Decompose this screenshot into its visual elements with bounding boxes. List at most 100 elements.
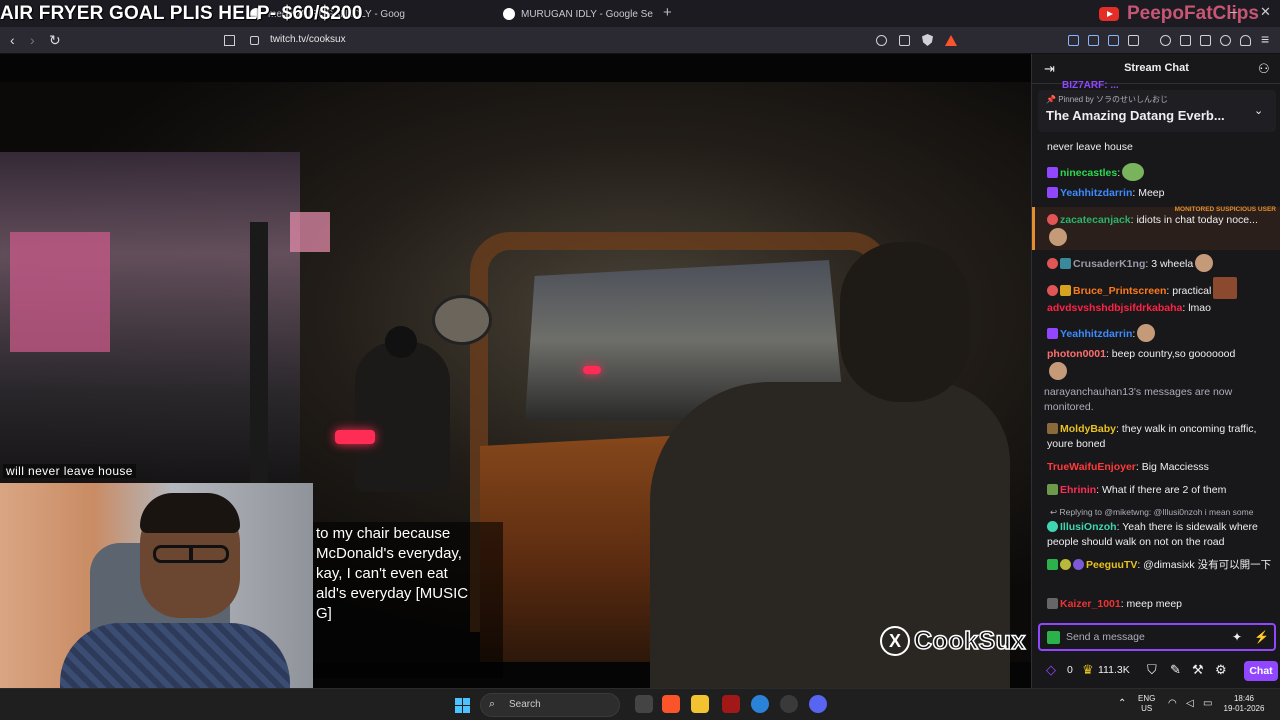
chat-message[interactable]: Yeahhitzdarrin: Meep <box>1032 186 1280 201</box>
close-icon[interactable]: ✕ <box>1260 4 1271 20</box>
shield-icon[interactable]: ⛉ <box>1147 662 1157 678</box>
reload-button[interactable]: ↻ <box>49 32 61 49</box>
chat-username[interactable]: photon0001 <box>1047 348 1106 360</box>
tray-chevron-icon[interactable]: ⌃ <box>1118 698 1126 709</box>
taskbar-search-label: Search <box>509 699 541 710</box>
extension-icon[interactable] <box>1068 35 1079 46</box>
chat-username[interactable]: Yeahhitzdarrin <box>1060 187 1132 199</box>
extension-icon[interactable] <box>1108 35 1119 46</box>
founder-badge-icon <box>1047 423 1058 434</box>
leo-ai-icon[interactable] <box>1220 35 1231 46</box>
chat-message[interactable]: Bruce_Printscreen: practical <box>1032 277 1280 299</box>
zoom-icon[interactable] <box>876 35 887 46</box>
chat-username[interactable]: Yeahhitzdarrin <box>1060 328 1132 340</box>
menu-icon[interactable]: ≡ <box>1261 31 1269 47</box>
discord-icon[interactable] <box>809 695 827 713</box>
file-explorer-icon[interactable] <box>691 695 709 713</box>
chat-username[interactable]: TrueWaifuEnjoyer <box>1047 461 1136 473</box>
chat-username[interactable]: Bruce_Printscreen <box>1073 285 1166 297</box>
chat-message[interactable]: MoldyBaby: they walk in oncoming traffic… <box>1032 422 1280 452</box>
wifi-icon[interactable]: ◠ <box>1168 698 1177 709</box>
chat-username[interactable]: MoldyBaby <box>1060 423 1116 435</box>
browser-tab-bar: medu MURUGAN IDLY - Goog MURUGAN IDLY - … <box>0 0 1280 27</box>
chat-message[interactable]: TrueWaifuEnjoyer: Big Macciesss <box>1032 460 1280 475</box>
back-button[interactable]: ‹ <box>10 32 15 48</box>
send-chat-button[interactable]: Chat <box>1244 661 1278 681</box>
rider-helmet <box>385 326 417 358</box>
suspicious-user-label: MONITORED SUSPICIOUS USER <box>1174 206 1276 213</box>
extension-icon[interactable] <box>1088 35 1099 46</box>
clock[interactable]: 18:46 19-01-2026 <box>1218 694 1270 714</box>
face-emote-icon <box>1137 324 1156 342</box>
chat-message[interactable]: IllusiOnzoh: Yeah there is sidewalk wher… <box>1032 520 1280 550</box>
gear-icon[interactable]: ⚙ <box>1215 662 1227 678</box>
channel-points-icon[interactable]: ♛ <box>1082 662 1094 678</box>
battery-icon[interactable]: ▭ <box>1203 698 1212 709</box>
windows-start-icon[interactable] <box>455 698 470 713</box>
message-text: : lmao <box>1182 302 1211 314</box>
chat-username[interactable]: Ehrinin <box>1060 484 1096 496</box>
sidebar-icon[interactable] <box>1180 35 1191 46</box>
brave-shields-icon[interactable] <box>922 34 933 46</box>
task-view-icon[interactable] <box>635 695 653 713</box>
chat-message-input[interactable] <box>1066 629 1226 645</box>
chat-username[interactable]: advdsvshshdbjsifdrkabaha <box>1047 302 1182 314</box>
video-player[interactable]: will never leave house to my chair becau… <box>0 54 1031 688</box>
photo-emote-icon <box>1213 277 1238 299</box>
chat-username[interactable]: ninecastles <box>1060 167 1117 179</box>
chat-username[interactable]: zacatecanjack <box>1060 214 1131 226</box>
taskbar-search[interactable]: ⌕ Search <box>480 693 620 717</box>
chat-username[interactable]: Kaizer_1001 <box>1060 598 1121 610</box>
chat-message[interactable]: PeeguuTV: @dimasixk 没有可以開一下 <box>1032 558 1280 573</box>
chat-username[interactable]: CrusaderK1ng <box>1073 258 1145 270</box>
chat-message[interactable]: CrusaderK1ng: 3 wheela <box>1032 254 1280 272</box>
site-info-icon[interactable] <box>250 36 259 45</box>
minimize-icon[interactable]: – <box>1230 4 1237 19</box>
reply-context[interactable]: ↩ Replying to @miketwng: @Illusi0nzoh i … <box>1050 507 1278 518</box>
volume-icon[interactable]: ◁ <box>1186 698 1194 709</box>
chat-message[interactable]: advdsvshshdbjsifdrkabaha: lmao <box>1032 301 1280 316</box>
chat-message[interactable]: photon0001: beep country,so gooooood <box>1032 347 1280 380</box>
chat-message[interactable]: Yeahhitzdarrin: <box>1032 324 1280 342</box>
brave-rewards-icon[interactable] <box>945 35 957 46</box>
share-icon[interactable] <box>899 35 910 46</box>
pen-icon[interactable]: ✎ <box>1170 662 1181 678</box>
url-field[interactable]: twitch.tv/cooksux <box>270 34 346 45</box>
chat-username[interactable]: PeeguuTV <box>1086 559 1137 571</box>
chat-message[interactable]: zacatecanjack: idiots in chat today noce… <box>1032 213 1280 246</box>
bits-icon[interactable]: ⚡ <box>1254 630 1269 644</box>
address-bar: ‹ › ↻ twitch.tv/cooksux ≡ <box>0 27 1280 54</box>
forward-button[interactable]: › <box>30 32 35 48</box>
emote-picker-icon[interactable]: ✦ <box>1232 630 1242 644</box>
chat-message[interactable]: ninecastles: <box>1032 163 1280 181</box>
app-icon[interactable] <box>722 695 740 713</box>
channel-points-count[interactable]: 111.3K <box>1098 664 1130 676</box>
bookmark-icon[interactable] <box>224 35 235 46</box>
app-icon[interactable] <box>780 695 798 713</box>
badge-selector-icon[interactable] <box>1047 631 1060 644</box>
message-text: never leave house <box>1047 141 1133 153</box>
chat-message[interactable]: Ehrinin: What if there are 2 of them <box>1032 483 1280 498</box>
mod-tools-icon[interactable]: ⚒ <box>1192 662 1204 678</box>
brave-browser-icon[interactable] <box>662 695 680 713</box>
chat-message[interactable]: never leave house <box>1032 140 1280 155</box>
language-indicator[interactable]: ENG US <box>1138 694 1155 714</box>
chat-input-box[interactable]: ✦ ⚡ <box>1038 623 1276 651</box>
vpn-icon[interactable] <box>1240 35 1251 46</box>
chat-message[interactable]: Kaizer_1001: meep meep <box>1032 597 1280 612</box>
extension-icon[interactable] <box>1128 35 1139 46</box>
browser-tab-active[interactable]: MURUGAN IDLY - Google Search <box>503 4 653 24</box>
media-icon[interactable] <box>1160 35 1171 46</box>
face-emote-icon <box>1049 228 1067 246</box>
message-text: : <box>1117 167 1121 179</box>
message-text: : beep country,so gooooood <box>1105 348 1236 360</box>
edge-icon[interactable] <box>751 695 769 713</box>
chevron-down-icon[interactable]: ⌄ <box>1254 104 1263 117</box>
chat-username[interactable]: IllusiOnzoh <box>1060 521 1117 533</box>
bits-diamond-icon[interactable]: ◇ <box>1046 662 1056 678</box>
community-icon[interactable]: ⚇ <box>1258 61 1270 77</box>
wallet-icon[interactable] <box>1200 35 1211 46</box>
prime-badge-icon <box>1047 187 1058 198</box>
new-tab-button[interactable]: + <box>663 4 672 21</box>
pinned-message[interactable]: 📌 Pinned by ソラのせいしんおじ The Amazing Datang… <box>1038 90 1276 132</box>
